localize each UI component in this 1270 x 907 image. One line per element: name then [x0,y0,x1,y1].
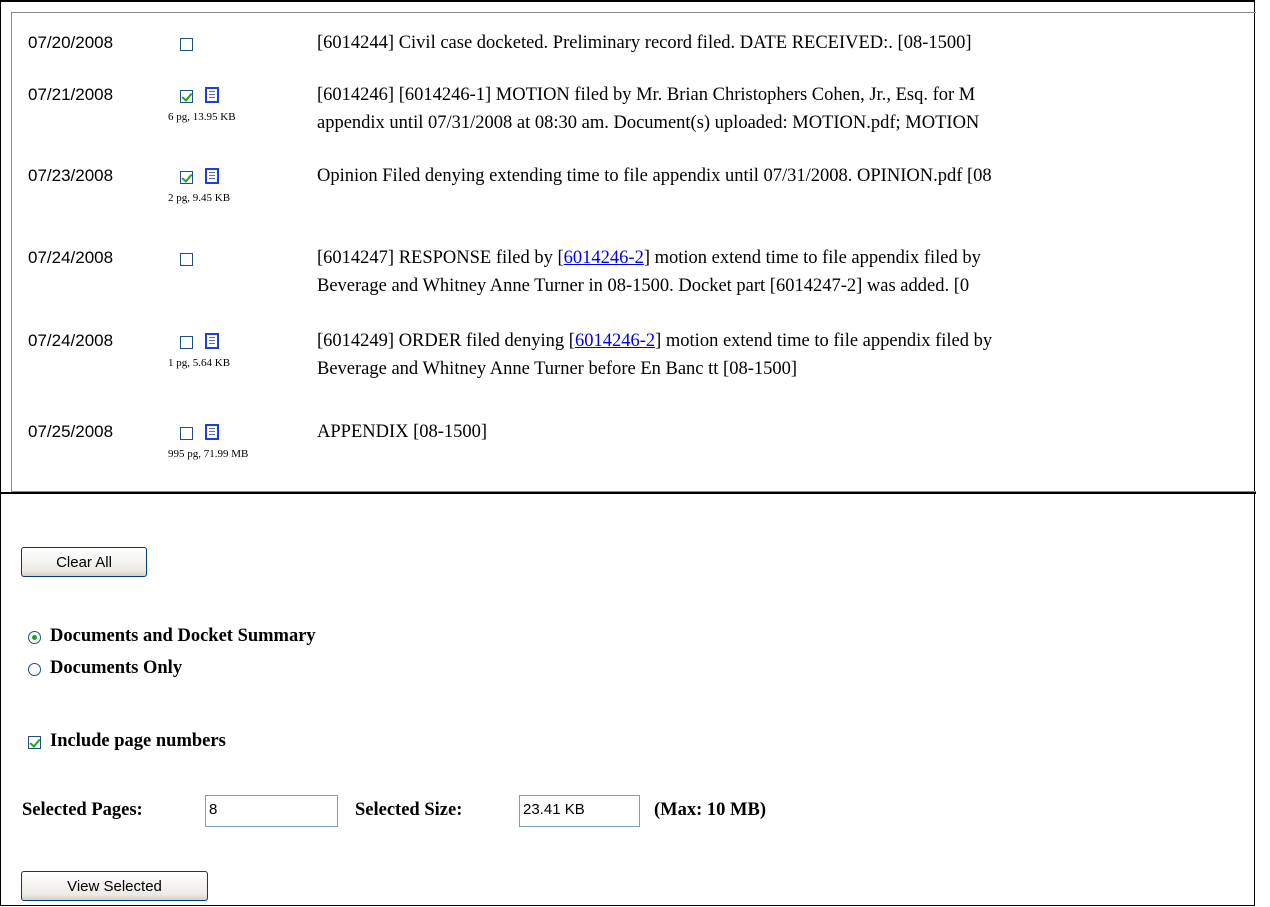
entry-date: 07/25/2008 [28,422,114,441]
radio-documents-and-docket-summary[interactable] [28,631,41,644]
entry-description: [6014247] RESPONSE filed by [6014246-2] … [317,244,981,300]
entry-description-line: [6014244] Civil case docketed. Prelimina… [317,33,972,53]
entry-select-checkbox[interactable] [180,90,193,103]
entry-description-line: APPENDIX [08-1500] [317,422,488,442]
entry-description-line: appendix until 07/31/2008 at 08:30 am. D… [317,113,980,133]
max-size-note: (Max: 10 MB) [654,800,767,820]
entry-text: ] motion extend time to file appendix fi… [655,331,993,351]
entry-doc-size: 2 pg, 9.45 KB [168,192,231,204]
entry-description: APPENDIX [08-1500] [317,418,487,446]
entry-doc-size: 6 pg, 13.95 KB [168,111,236,123]
entry-text: [6014249] ORDER filed denying [ [317,331,575,351]
document-icon[interactable] [205,424,219,440]
entry-description: Opinion Filed denying extending time to … [317,162,992,190]
entry-description: [6014244] Civil case docketed. Prelimina… [317,29,972,57]
entry-description-line: [6014246] [6014246-1] MOTION filed by Mr… [317,85,976,105]
entry-description: [6014249] ORDER filed denying [6014246-2… [317,327,992,383]
document-icon[interactable] [205,168,219,184]
entry-select-checkbox[interactable] [180,336,193,349]
selected-pages-field[interactable]: 8 [205,795,338,827]
entry-description: [6014246] [6014246-1] MOTION filed by Mr… [317,81,979,137]
entry-doc-size: 1 pg, 5.64 KB [168,357,231,369]
include-page-numbers-checkbox[interactable] [28,736,41,749]
entry-select-checkbox[interactable] [180,427,193,440]
entry-date: 07/21/2008 [28,85,114,104]
entry-description-line: Opinion Filed denying extending time to … [317,166,992,186]
entry-date: 07/23/2008 [28,166,114,185]
entry-description-line: Beverage and Whitney Anne Turner before … [317,359,798,379]
include-page-numbers-label: Include page numbers [50,731,226,751]
entry-description-line: Beverage and Whitney Anne Turner in 08-1… [317,276,970,296]
option-label-docs-only: Documents Only [50,658,183,678]
view-selected-button[interactable]: View Selected [21,871,208,901]
entry-doc-size: 995 pg, 71.99 MB [168,448,249,460]
docket-link[interactable]: 6014246-2 [575,331,655,351]
entry-description-line: [6014247] RESPONSE filed by [6014246-2] … [317,244,981,272]
selected-pages-label: Selected Pages: [22,800,143,820]
entry-text: [6014247] RESPONSE filed by [ [317,248,564,268]
entry-select-checkbox[interactable] [180,38,193,51]
entry-description-line: [6014249] ORDER filed denying [6014246-2… [317,327,992,355]
option-label-docs-and-summary: Documents and Docket Summary [50,626,316,646]
docket-table: 07/20/2008 [6014244] Civil case docketed.… [11,12,1256,492]
docket-link[interactable]: 6014246-2 [564,248,644,268]
entry-date: 07/20/2008 [28,33,114,52]
radio-documents-only[interactable] [28,663,41,676]
entry-select-checkbox[interactable] [180,171,193,184]
entry-date: 07/24/2008 [28,248,114,267]
entry-select-checkbox[interactable] [180,253,193,266]
page-frame: 07/20/2008 [6014244] Civil case docketed.… [0,0,1256,906]
entry-text: ] motion extend time to file appendix fi… [643,248,981,268]
document-icon[interactable] [205,87,219,103]
document-icon[interactable] [205,333,219,349]
selected-size-field[interactable]: 23.41 KB [519,795,640,827]
docket-panel: 07/20/2008 [6014244] Civil case docketed.… [1,2,1256,494]
selected-size-label: Selected Size: [355,800,463,820]
clear-all-button[interactable]: Clear All [21,547,147,577]
entry-date: 07/24/2008 [28,331,114,350]
